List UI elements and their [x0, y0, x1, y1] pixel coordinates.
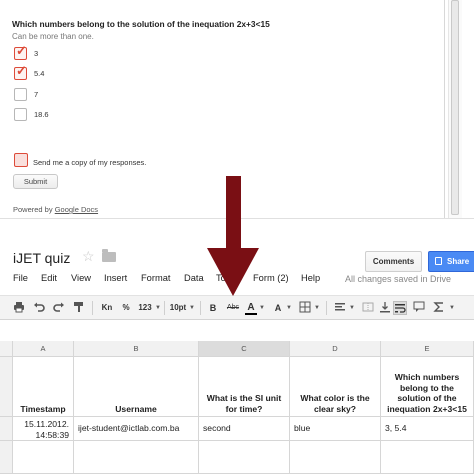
save-status: All changes saved in Drive [345, 274, 452, 284]
empty-cell[interactable] [74, 441, 199, 474]
powered-prefix: Powered by [13, 205, 55, 214]
arrow-head [207, 248, 259, 296]
wrap-text-icon[interactable] [393, 301, 407, 315]
option-label: 18.6 [34, 110, 49, 119]
document-title[interactable]: iJET quiz [13, 250, 70, 266]
empty-cell[interactable] [290, 441, 381, 474]
column-header-e[interactable]: E [381, 341, 474, 357]
data-cell-sky-color[interactable]: blue [290, 417, 381, 441]
toolbar-separator [164, 301, 165, 315]
form-divider [444, 0, 445, 218]
align-left-icon[interactable] [333, 301, 347, 315]
question-help-text: Can be more than one. [12, 32, 94, 41]
option-label: 5.4 [34, 69, 45, 78]
question-title: Which numbers belong to the solution of … [12, 19, 270, 29]
header-cell-timestamp[interactable]: Timestamp [13, 357, 74, 417]
header-cell-username[interactable]: Username [74, 357, 199, 417]
spreadsheet-grid[interactable]: A B C D E Timestamp Username What is the… [0, 341, 474, 474]
toolbar-separator [92, 301, 93, 315]
send-copy-checkbox[interactable] [14, 153, 28, 167]
google-docs-link[interactable]: Google Docs [55, 205, 98, 214]
functions-icon[interactable] [432, 301, 446, 315]
option-label: 3 [34, 49, 39, 58]
empty-cell[interactable] [381, 441, 474, 474]
bold-button[interactable]: B [207, 301, 219, 315]
fill-color-button[interactable]: A [272, 301, 284, 315]
powered-by-text: Powered by Google Docs [13, 205, 98, 214]
print-icon[interactable] [12, 301, 26, 315]
row-header-1[interactable] [0, 357, 13, 417]
menu-edit[interactable]: Edit [41, 273, 57, 283]
empty-cell[interactable] [199, 441, 290, 474]
arrow-down-icon [207, 176, 259, 296]
menu-help[interactable]: Help [301, 273, 320, 283]
strikethrough-button[interactable]: Abc [224, 301, 242, 315]
text-color-indicator [245, 313, 257, 315]
chevron-down-icon[interactable]: ▼ [258, 301, 266, 315]
data-cell-username[interactable]: ijet-student@ictlab.com.ba [74, 417, 199, 441]
header-cell-numbers[interactable]: Which numbers belong to the solution of … [381, 357, 474, 417]
insert-comment-icon[interactable] [412, 301, 426, 315]
redo-icon[interactable] [52, 301, 66, 315]
checkbox-icon[interactable] [14, 88, 27, 101]
undo-icon[interactable] [32, 301, 46, 315]
comments-button[interactable]: Comments [365, 251, 422, 272]
checkbox-icon[interactable] [14, 108, 27, 121]
column-header-c[interactable]: C [199, 341, 290, 357]
lock-icon [435, 257, 442, 265]
chevron-down-icon[interactable]: ▼ [313, 301, 321, 315]
number-format-button[interactable]: 123 [137, 301, 153, 315]
column-header-a[interactable]: A [13, 341, 74, 357]
header-cell-sky-color[interactable]: What color is the clear sky? [290, 357, 381, 417]
header-cell-si-unit[interactable]: What is the SI unit for time? [199, 357, 290, 417]
chevron-down-icon[interactable]: ▼ [285, 301, 293, 315]
toolbar-separator [200, 301, 201, 315]
timestamp-date: 15.11.2012. [24, 419, 69, 429]
chevron-down-icon[interactable]: ▼ [188, 301, 196, 315]
chevron-down-icon[interactable]: ▼ [448, 301, 456, 315]
column-header-d[interactable]: D [290, 341, 381, 357]
chevron-down-icon[interactable]: ▼ [154, 301, 162, 315]
menu-view[interactable]: View [71, 273, 91, 283]
merge-cells-icon[interactable] [361, 301, 375, 315]
timestamp-time: 14:58:39 [35, 429, 69, 440]
checkbox-checked-icon[interactable]: ✓ [14, 64, 27, 80]
borders-icon[interactable] [298, 301, 312, 315]
submit-button[interactable]: Submit [13, 174, 58, 189]
percent-format-button[interactable]: % [120, 301, 132, 315]
column-header-b[interactable]: B [74, 341, 199, 357]
data-cell-timestamp[interactable]: 15.11.2012. 14:58:39 [13, 417, 74, 441]
font-size-dropdown[interactable]: 10pt [169, 301, 187, 315]
select-all-corner[interactable] [0, 341, 13, 357]
data-cell-numbers[interactable]: 3, 5.4 [381, 417, 474, 441]
currency-format-button[interactable]: Kn [99, 301, 115, 315]
folder-icon[interactable] [102, 249, 116, 262]
row-header-2[interactable] [0, 417, 13, 441]
row-header-3[interactable] [0, 441, 13, 474]
paint-format-icon[interactable] [72, 301, 86, 315]
form-scrollbar-thumb[interactable] [451, 0, 459, 215]
menu-insert[interactable]: Insert [104, 273, 127, 283]
data-cell-si-unit[interactable]: second [199, 417, 290, 441]
menu-file[interactable]: File [13, 273, 28, 283]
chevron-down-icon[interactable]: ▼ [348, 301, 356, 315]
option-label: 7 [34, 90, 39, 99]
arrow-shaft [226, 176, 241, 254]
checkbox-checked-icon[interactable]: ✓ [14, 44, 27, 60]
menu-data[interactable]: Data [184, 273, 204, 283]
menu-format[interactable]: Format [141, 273, 170, 283]
empty-cell[interactable] [13, 441, 74, 474]
vertical-align-icon[interactable] [378, 301, 392, 315]
star-icon[interactable]: ☆ [82, 248, 95, 265]
send-copy-label: Send me a copy of my responses. [33, 158, 147, 167]
toolbar-separator [326, 301, 327, 315]
toolbar: Kn % 123 ▼ 10pt ▼ B Abc A ▼ A ▼ ▼ ▼ ▼ [0, 295, 474, 320]
